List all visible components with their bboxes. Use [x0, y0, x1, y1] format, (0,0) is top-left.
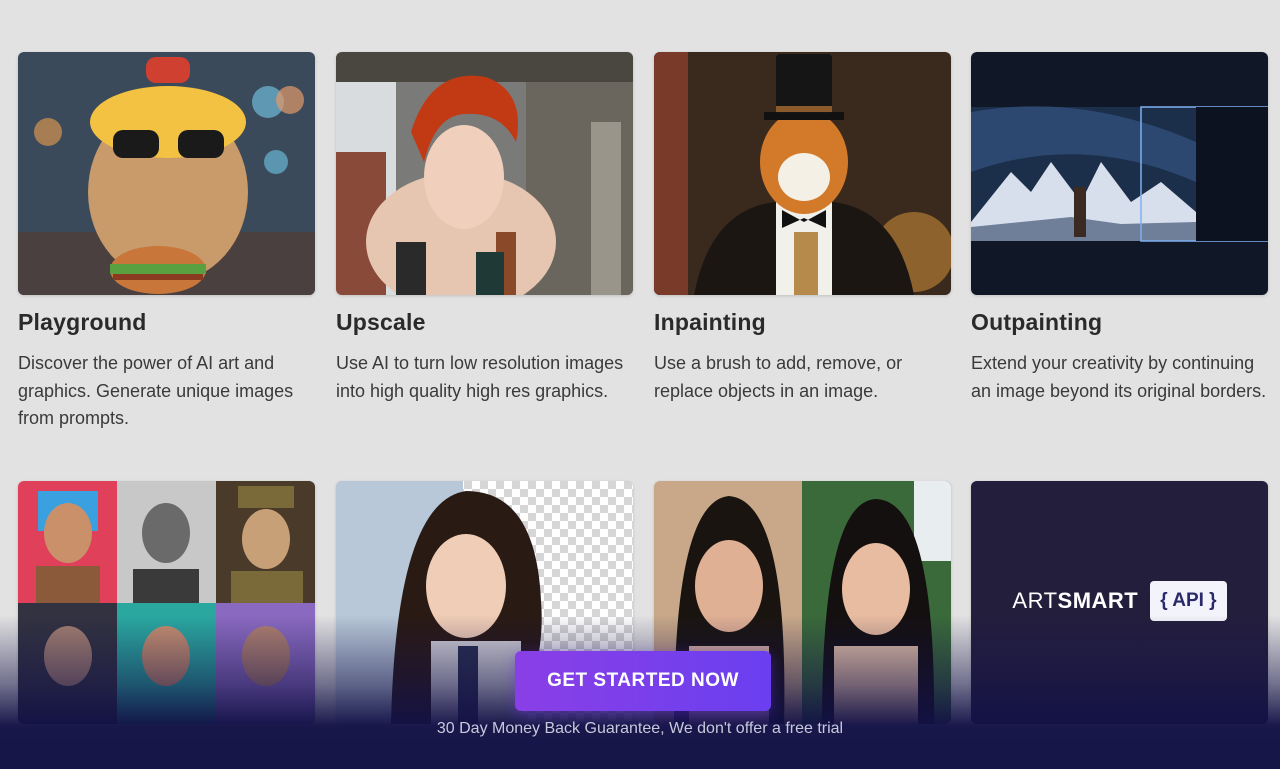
card-outpainting[interactable]: Outpainting Extend your creativity by co… [971, 52, 1268, 405]
card-api[interactable]: ARTSMART { API } [971, 481, 1268, 724]
card-upscale[interactable]: Upscale Use AI to turn low resolution im… [336, 52, 633, 405]
card-description: Discover the power of AI art and graphic… [18, 353, 294, 428]
card-playground[interactable]: Playground Discover the power of AI art … [18, 52, 315, 433]
card-title: Upscale [336, 309, 426, 335]
api-banner[interactable]: ARTSMART { API } [971, 481, 1268, 724]
card-avatars[interactable] [18, 481, 315, 724]
get-started-button[interactable]: GET STARTED NOW [515, 651, 771, 711]
upscale-image[interactable] [336, 52, 633, 295]
outpainting-image[interactable] [971, 52, 1268, 295]
card-inpainting[interactable]: Inpainting Use a brush to add, remove, o… [654, 52, 951, 405]
inpainting-image[interactable] [654, 52, 951, 295]
artsmart-logo: ARTSMART [1012, 588, 1139, 613]
card-description: Extend your creativity by continuing an … [971, 353, 1267, 401]
card-title: Outpainting [971, 309, 1103, 335]
card-description: Use a brush to add, remove, or replace o… [654, 353, 903, 401]
api-logo: ARTSMART { API } [971, 581, 1268, 621]
playground-image[interactable] [18, 52, 315, 295]
card-description: Use AI to turn low resolution images int… [336, 353, 624, 401]
card-title: Inpainting [654, 309, 766, 335]
card-title: Playground [18, 309, 147, 335]
money-back-guarantee-text: 30 Day Money Back Guarantee, We don't of… [436, 720, 844, 737]
avatars-image[interactable] [18, 481, 315, 724]
api-badge: { API } [1150, 581, 1227, 621]
